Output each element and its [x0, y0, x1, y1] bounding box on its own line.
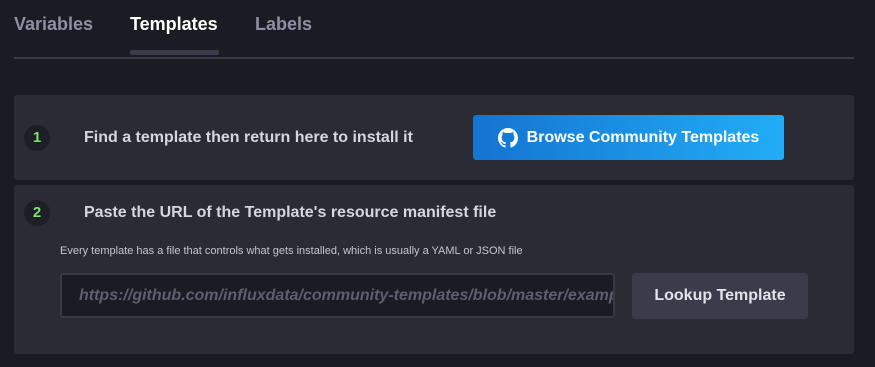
- active-tab-indicator: [130, 50, 219, 55]
- browse-button-label: Browse Community Templates: [526, 128, 760, 146]
- tab-labels[interactable]: Labels: [255, 14, 312, 35]
- step-paste-url-panel: 2 Paste the URL of the Template's resour…: [14, 185, 854, 354]
- step-title: Find a template then return here to inst…: [84, 129, 413, 146]
- manifest-hint-text: Every template has a file that controls …: [60, 245, 523, 257]
- step-number-badge: 2: [24, 200, 50, 226]
- step-number-badge: 1: [24, 125, 50, 151]
- template-url-input[interactable]: [60, 273, 615, 318]
- tab-variables[interactable]: Variables: [14, 14, 93, 35]
- tab-bar: Variables Templates Labels: [0, 0, 875, 59]
- browse-community-templates-button[interactable]: Browse Community Templates: [473, 115, 784, 160]
- tab-divider: [14, 57, 854, 59]
- tab-templates[interactable]: Templates: [130, 14, 218, 35]
- github-icon: [497, 127, 518, 148]
- step-title: Paste the URL of the Template's resource…: [84, 204, 497, 221]
- lookup-template-button[interactable]: Lookup Template: [632, 273, 808, 319]
- step-find-template-panel: 1 Find a template then return here to in…: [14, 95, 854, 180]
